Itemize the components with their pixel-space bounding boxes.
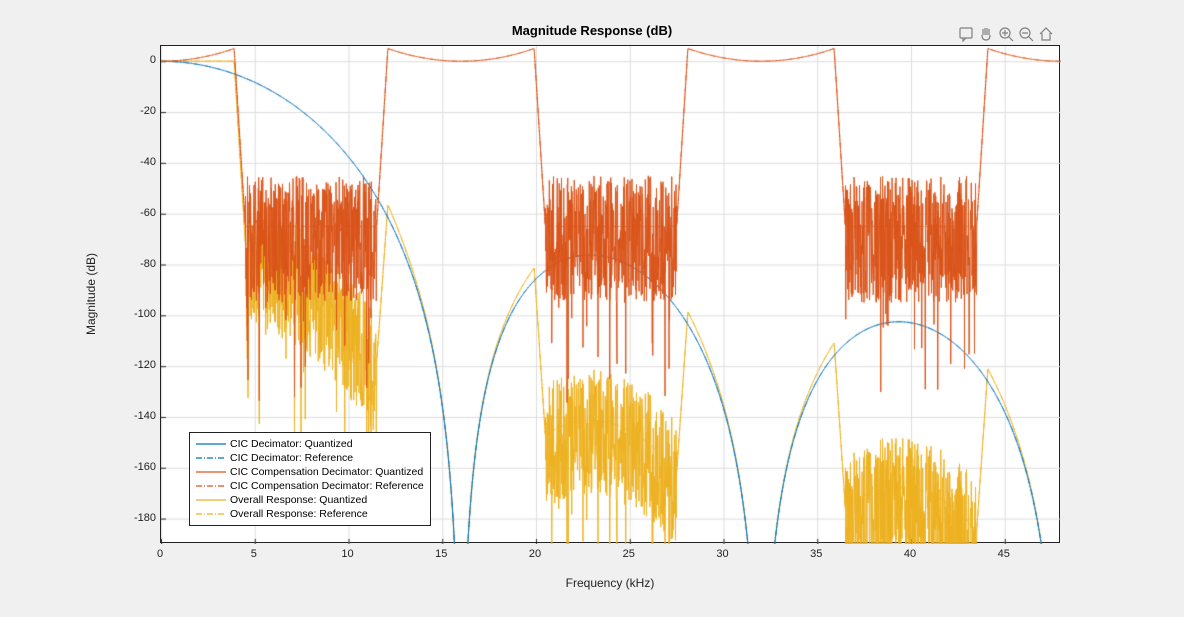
legend-label: CIC Decimator: Reference (230, 451, 353, 465)
legend-item[interactable]: Overall Response: Reference (196, 507, 424, 521)
x-tick: 15 (435, 548, 447, 560)
x-tick: 30 (716, 548, 728, 560)
legend-swatch (196, 508, 226, 520)
x-tick: 25 (623, 548, 635, 560)
legend-item[interactable]: CIC Compensation Decimator: Quantized (196, 465, 424, 479)
axes[interactable]: CIC Decimator: QuantizedCIC Decimator: R… (160, 45, 1060, 543)
legend-swatch (196, 452, 226, 464)
legend-label: Overall Response: Quantized (230, 493, 367, 507)
legend-swatch (196, 494, 226, 506)
y-tick: -40 (116, 156, 156, 168)
legend-label: CIC Decimator: Quantized (230, 437, 353, 451)
legend-swatch (196, 466, 226, 478)
legend-label: Overall Response: Reference (230, 507, 368, 521)
x-tick: 10 (341, 548, 353, 560)
pan-icon[interactable] (978, 26, 994, 42)
y-tick: -120 (116, 359, 156, 371)
legend-item[interactable]: CIC Decimator: Reference (196, 451, 424, 465)
legend-swatch (196, 480, 226, 492)
figure-toolbar (958, 26, 1054, 42)
figure: Magnitude Response (dB) -180-160-140-120… (0, 0, 1184, 617)
x-tick: 40 (904, 548, 916, 560)
y-tick: -160 (116, 461, 156, 473)
legend-label: CIC Compensation Decimator: Quantized (230, 465, 423, 479)
legend-label: CIC Compensation Decimator: Reference (230, 479, 424, 493)
legend-item[interactable]: CIC Compensation Decimator: Reference (196, 479, 424, 493)
x-axis-label: Frequency (kHz) (160, 576, 1060, 590)
y-tick: -20 (116, 105, 156, 117)
legend-item[interactable]: Overall Response: Quantized (196, 493, 424, 507)
x-tick: 35 (810, 548, 822, 560)
zoom-out-icon[interactable] (1018, 26, 1034, 42)
y-tick: -100 (116, 308, 156, 320)
legend-swatch (196, 438, 226, 450)
x-tick: 20 (529, 548, 541, 560)
x-tick: 0 (157, 548, 163, 560)
y-tick: 0 (116, 54, 156, 66)
x-tick: 45 (998, 548, 1010, 560)
y-axis-label: Magnitude (dB) (84, 45, 98, 543)
home-icon[interactable] (1038, 26, 1054, 42)
y-tick: -60 (116, 207, 156, 219)
legend-item[interactable]: CIC Decimator: Quantized (196, 437, 424, 451)
zoom-in-icon[interactable] (998, 26, 1014, 42)
y-tick: -140 (116, 410, 156, 422)
legend[interactable]: CIC Decimator: QuantizedCIC Decimator: R… (189, 432, 431, 526)
x-tick: 5 (251, 548, 257, 560)
y-tick: -80 (116, 258, 156, 270)
data-tips-icon[interactable] (958, 26, 974, 42)
y-tick: -180 (116, 512, 156, 524)
